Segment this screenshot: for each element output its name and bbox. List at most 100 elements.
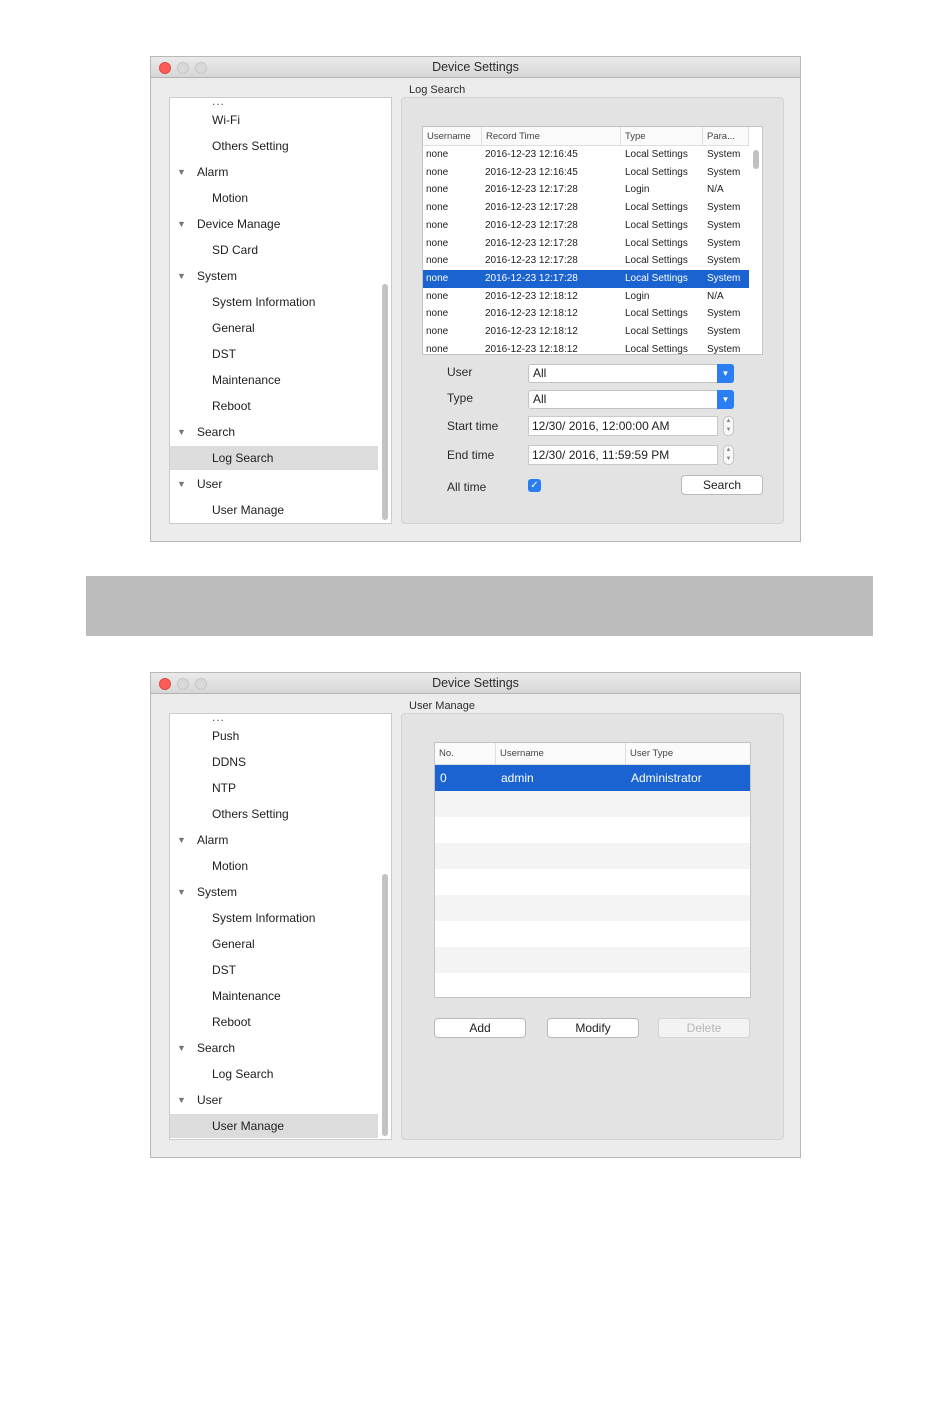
column-header-username[interactable]: Username bbox=[496, 743, 626, 765]
sidebar-item[interactable]: General bbox=[170, 932, 378, 956]
disclosure-triangle-icon[interactable]: ▼ bbox=[177, 1088, 186, 1112]
start-time-field[interactable] bbox=[528, 416, 718, 436]
settings-sidebar[interactable]: ... Push DDNS NTP Others Setting ▼ Alarm Motio… bbox=[169, 713, 392, 1140]
sidebar-item[interactable]: Others Setting bbox=[170, 134, 378, 158]
type-select[interactable]: All ▼ bbox=[528, 390, 734, 409]
sidebar-item[interactable]: Maintenance bbox=[170, 368, 378, 392]
sidebar-item[interactable]: System Information bbox=[170, 290, 378, 314]
table-cell: 2016-12-23 12:17:28 bbox=[485, 184, 578, 196]
table-cell: System bbox=[707, 149, 741, 160]
sidebar-item[interactable]: DDNS bbox=[170, 750, 378, 774]
sidebar-item[interactable]: DST bbox=[170, 342, 378, 366]
table-row[interactable]: none 2016-12-23 12:17:28 Local Settings Sys… bbox=[423, 217, 749, 235]
sidebar-item[interactable]: ▼ System bbox=[170, 880, 378, 904]
settings-sidebar[interactable]: ... Wi-Fi Others Setting ▼ Alarm Motion ▼ Devi… bbox=[169, 97, 392, 524]
chevron-down-icon[interactable]: ▼ bbox=[717, 390, 734, 409]
table-row[interactable]: none 2016-12-23 12:17:28 Local Settings Sys… bbox=[423, 235, 749, 253]
search-button[interactable]: Search bbox=[681, 475, 763, 495]
disclosure-triangle-icon[interactable]: ▼ bbox=[177, 212, 186, 236]
column-header-type[interactable]: Type bbox=[621, 127, 703, 146]
table-cell: Local Settings bbox=[625, 343, 688, 355]
column-header-no[interactable]: No. bbox=[435, 743, 496, 765]
table-cell: Local Settings bbox=[625, 255, 688, 267]
sidebar-item[interactable]: Log Search bbox=[170, 446, 378, 470]
sidebar-item-label: Push bbox=[212, 729, 240, 743]
sidebar-item[interactable]: DST bbox=[170, 958, 378, 982]
disclosure-triangle-icon[interactable]: ▼ bbox=[177, 264, 186, 288]
sidebar-item[interactable]: General bbox=[170, 316, 378, 340]
table-row[interactable]: none 2016-12-23 12:17:28 Local Settings Sys… bbox=[423, 252, 749, 270]
log-table[interactable]: Username Record Time Type Para... none 20… bbox=[422, 126, 763, 355]
sidebar-item[interactable]: ▼ User bbox=[170, 472, 378, 496]
sidebar-item[interactable]: ▼ Search bbox=[170, 420, 378, 444]
sidebar-item[interactable]: User Manage bbox=[170, 1114, 378, 1138]
delete-button[interactable]: Delete bbox=[658, 1018, 750, 1038]
column-header-username[interactable]: Username bbox=[423, 127, 482, 146]
column-header-para[interactable]: Para... bbox=[703, 127, 749, 146]
chevron-updown-icon[interactable]: ▲ ▼ bbox=[723, 445, 734, 465]
disclosure-triangle-icon[interactable]: ▼ bbox=[177, 420, 186, 444]
title-bar[interactable]: Device Settings bbox=[151, 673, 800, 694]
table-row[interactable]: none 2016-12-23 12:18:12 Local Settings Sys… bbox=[423, 323, 749, 341]
table-cell: System bbox=[707, 166, 741, 178]
disclosure-triangle-icon[interactable]: ▼ bbox=[177, 880, 186, 904]
title-bar[interactable]: Device Settings bbox=[151, 57, 800, 78]
table-cell: 2016-12-23 12:17:28 bbox=[485, 272, 578, 284]
table-row[interactable]: none 2016-12-23 12:18:12 Local Settings Sys… bbox=[423, 305, 749, 323]
chevron-updown-icon[interactable]: ▲ ▼ bbox=[723, 416, 734, 436]
disclosure-triangle-icon[interactable]: ▼ bbox=[177, 472, 186, 496]
table-row[interactable]: none 2016-12-23 12:17:28 Local Settings Sys… bbox=[423, 199, 749, 217]
all-time-checkbox[interactable]: ✓ bbox=[528, 479, 541, 492]
sidebar-item[interactable]: Motion bbox=[170, 186, 378, 210]
table-row[interactable]: none 2016-12-23 12:16:45 Local Settings Sys… bbox=[423, 164, 749, 182]
sidebar-item[interactable]: ▼ System bbox=[170, 264, 378, 288]
sidebar-item-label: User Manage bbox=[212, 1119, 285, 1133]
sidebar-item[interactable]: ▼ Alarm bbox=[170, 160, 378, 184]
disclosure-triangle-icon[interactable]: ▼ bbox=[177, 160, 186, 184]
user-select[interactable]: All ▼ bbox=[528, 364, 734, 383]
table-row[interactable]: 0 admin Administrator bbox=[435, 765, 750, 791]
sidebar-item[interactable]: SD Card bbox=[170, 238, 378, 262]
user-table[interactable]: No. Username User Type 0 admin Administrat… bbox=[434, 742, 751, 998]
sidebar-item[interactable]: Wi-Fi bbox=[170, 108, 378, 132]
sidebar-item-label: System bbox=[197, 885, 238, 899]
table-row[interactable]: none 2016-12-23 12:17:28 Local Settings Sys… bbox=[423, 269, 749, 288]
sidebar-item[interactable]: NTP bbox=[170, 776, 378, 800]
table-cell: none bbox=[426, 255, 449, 267]
table-cell: 2016-12-23 12:18:12 bbox=[485, 343, 578, 355]
sidebar-item[interactable]: System Information bbox=[170, 906, 378, 930]
sidebar-item[interactable]: Reboot bbox=[170, 394, 378, 418]
disclosure-triangle-icon[interactable]: ▼ bbox=[177, 1036, 186, 1060]
table-cell: none bbox=[426, 272, 449, 284]
modify-button[interactable]: Modify bbox=[547, 1018, 639, 1038]
sidebar-item[interactable]: Log Search bbox=[170, 1062, 378, 1086]
clipped-item: ... bbox=[212, 713, 226, 724]
sidebar-item[interactable]: ▼ Search bbox=[170, 1036, 378, 1060]
all-time-label: All time bbox=[447, 480, 487, 494]
chevron-down-icon[interactable]: ▼ bbox=[717, 364, 734, 383]
column-header-record-time[interactable]: Record Time bbox=[482, 127, 621, 146]
table-row[interactable]: none 2016-12-23 12:18:12 Local Settings Sys… bbox=[423, 341, 749, 355]
column-header-user-type[interactable]: User Type bbox=[626, 743, 750, 765]
table-row[interactable]: none 2016-12-23 12:17:28 Login N/A bbox=[423, 181, 749, 199]
sidebar-item[interactable]: Motion bbox=[170, 854, 378, 878]
sidebar-item[interactable]: ▼ Alarm bbox=[170, 828, 378, 852]
add-button[interactable]: Add bbox=[434, 1018, 526, 1038]
sidebar-item[interactable]: Reboot bbox=[170, 1010, 378, 1034]
sidebar-item[interactable]: ▼ Device Manage bbox=[170, 212, 378, 236]
disclosure-triangle-icon[interactable]: ▼ bbox=[177, 828, 186, 852]
sidebar-item-label: DDNS bbox=[212, 755, 247, 769]
table-cell: 2016-12-23 12:18:12 bbox=[485, 308, 578, 320]
end-time-field[interactable] bbox=[528, 445, 718, 465]
sidebar-item[interactable]: Push bbox=[170, 724, 378, 748]
sidebar-item[interactable]: ▼ User bbox=[170, 1088, 378, 1112]
table-row[interactable]: none 2016-12-23 12:16:45 Local Settings Sys… bbox=[423, 146, 749, 164]
sidebar-item[interactable]: Maintenance bbox=[170, 984, 378, 1008]
table-row[interactable]: none 2016-12-23 12:18:12 Login N/A bbox=[423, 288, 749, 306]
sidebar-item[interactable]: User Manage bbox=[170, 498, 378, 522]
sidebar-scrollbar[interactable] bbox=[382, 874, 388, 1136]
sidebar-item[interactable]: Others Setting bbox=[170, 802, 378, 826]
table-scrollbar[interactable] bbox=[753, 150, 759, 169]
sidebar-scrollbar[interactable] bbox=[382, 284, 388, 520]
table-cell: 2016-12-23 12:18:12 bbox=[485, 290, 578, 302]
